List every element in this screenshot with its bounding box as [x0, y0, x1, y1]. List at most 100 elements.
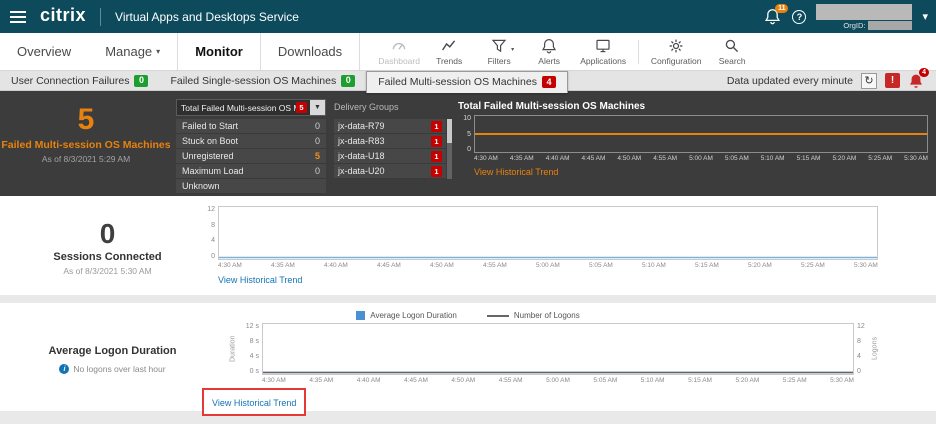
breakdown-row-unknown[interactable]: Unknown: [176, 179, 326, 194]
tab-label: Overview: [17, 44, 71, 59]
tool-alerts[interactable]: Alerts: [524, 33, 574, 70]
delivery-groups-header: Delivery Groups: [334, 102, 399, 112]
tool-search[interactable]: Search: [707, 33, 757, 70]
info-icon: i: [59, 364, 69, 374]
breakdown-row-failed-to-start[interactable]: Failed to Start 0: [176, 119, 326, 134]
delivery-group-row[interactable]: jx-data-R83 1: [334, 134, 446, 149]
tool-label: Search: [719, 56, 746, 66]
breakdown-row-maximum-load[interactable]: Maximum Load 0: [176, 164, 326, 179]
tick-label: 12: [857, 323, 865, 330]
tab-label: Manage: [105, 44, 152, 59]
main-nav: Overview Manage ▾ Monitor Downloads Dashb…: [0, 33, 936, 71]
tab-label: Downloads: [278, 44, 342, 59]
delivery-group-row[interactable]: jx-data-U20 1: [334, 164, 446, 179]
breakdown-label: Unknown: [182, 181, 220, 191]
tool-applications[interactable]: Applications: [574, 33, 632, 70]
tick-label: 4:45 AM: [377, 262, 401, 269]
tab-overview[interactable]: Overview: [0, 33, 88, 70]
average-logon-duration-panel: Average Logon Duration Number of Logons …: [0, 303, 936, 411]
sessions-title: Sessions Connected: [0, 251, 215, 263]
scrollbar-thumb[interactable]: [447, 119, 452, 143]
refresh-button[interactable]: ↻: [861, 73, 877, 89]
breakdown-row-unregistered[interactable]: Unregistered 5: [176, 149, 326, 164]
filter-bar: User Connection Failures 0 Failed Single…: [0, 71, 936, 91]
tick-label: 4:50 AM: [617, 155, 641, 162]
sessions-connected-panel: 0 Sessions Connected As of 8/3/2021 5:30…: [0, 196, 936, 295]
tick-label: 5:00 AM: [536, 262, 560, 269]
tab-monitor[interactable]: Monitor: [177, 33, 261, 70]
filter-tab-failed-multi-session[interactable]: Failed Multi-session OS Machines 4: [366, 71, 568, 93]
refresh-icon: ↻: [864, 74, 873, 87]
chevron-down-icon: ▾: [156, 47, 160, 56]
tick-label: 8: [211, 222, 215, 229]
breakdown-count: 5: [315, 151, 320, 161]
alerts-bell-button[interactable]: 4: [908, 73, 926, 89]
count-badge: 4: [542, 76, 556, 88]
delivery-groups-list: jx-data-R79 1 jx-data-R83 1 jx-data-U18 …: [334, 119, 446, 179]
filter-tab-failed-single-session[interactable]: Failed Single-session OS Machines 0: [159, 71, 366, 90]
highlight-box: View Historical Trend: [202, 388, 306, 416]
delivery-group-row[interactable]: jx-data-U18 1: [334, 149, 446, 164]
tick-label: 5:15 AM: [688, 377, 712, 384]
logon-duration-chart: Duration 12 s8 s4 s0 s 12840 Logons 4:30…: [228, 323, 880, 384]
tick-label: 8 s: [250, 338, 259, 345]
breakdown-count: 0: [315, 166, 320, 176]
tick-label: 8: [857, 338, 861, 345]
tick-label: 4:50 AM: [451, 377, 475, 384]
account-chevron-down-icon[interactable]: ▾: [922, 10, 928, 23]
tick-label: 4:35 AM: [510, 155, 534, 162]
filter-tab-user-connection-failures[interactable]: User Connection Failures 0: [0, 71, 159, 90]
delivery-group-row[interactable]: jx-data-R79 1: [334, 119, 446, 134]
tick-label: 4:40 AM: [357, 377, 381, 384]
breakdown-row-stuck-on-boot[interactable]: Stuck on Boot 0: [176, 134, 326, 149]
tick-label: 4:45 AM: [404, 377, 428, 384]
failed-as-of: As of 8/3/2021 5:29 AM: [0, 154, 172, 164]
tick-label: 12 s: [246, 323, 259, 330]
header-divider: [100, 8, 101, 26]
breakdown-label: Unregistered: [182, 151, 234, 161]
tool-label: Applications: [580, 56, 626, 66]
tool-dashboard: Dashboard: [374, 33, 424, 70]
alerts-count-badge: 4: [919, 68, 929, 77]
view-historical-trend-link-failed[interactable]: View Historical Trend: [474, 167, 558, 177]
tool-label: Alerts: [538, 56, 560, 66]
chevron-down-icon: ▾: [511, 46, 514, 53]
tick-label: 5:20 AM: [735, 377, 759, 384]
tick-label: 0: [857, 368, 861, 375]
view-historical-trend-link-logon[interactable]: View Historical Trend: [212, 398, 296, 408]
toolbar-divider: [638, 40, 639, 64]
y-axis-left: 12840: [200, 206, 218, 260]
service-title: Virtual Apps and Desktops Service: [115, 10, 299, 24]
tick-label: 4:50 AM: [430, 262, 454, 269]
scrollbar[interactable]: [447, 119, 452, 179]
breakdown-label: Maximum Load: [182, 166, 244, 176]
tool-filters[interactable]: ▾ Filters: [474, 33, 524, 70]
filter-tab-label: User Connection Failures: [11, 75, 129, 87]
count-badge: 0: [341, 75, 355, 87]
failure-category-dropdown[interactable]: Total Failed Multi-session OS Ma... 5 ▼: [176, 99, 326, 116]
breakdown-label: Stuck on Boot: [182, 136, 238, 146]
tool-configuration[interactable]: Configuration: [645, 33, 707, 70]
tab-downloads[interactable]: Downloads: [261, 33, 360, 70]
tab-manage[interactable]: Manage ▾: [88, 33, 177, 70]
error-alert-icon[interactable]: !: [885, 73, 900, 88]
tick-label: 5:10 AM: [642, 262, 666, 269]
gear-icon: [668, 38, 684, 54]
org-id-redacted: [868, 21, 912, 30]
tick-label: 0: [467, 146, 471, 153]
legend-item-number-of-logons: Number of Logons: [487, 311, 580, 320]
app-header: citrix Virtual Apps and Desktops Service…: [0, 0, 936, 33]
breakdown-label: Failed to Start: [182, 121, 238, 131]
notification-bell-icon[interactable]: 11: [764, 8, 782, 26]
tick-label: 5:30 AM: [830, 377, 854, 384]
tick-label: 4:55 AM: [653, 155, 677, 162]
hamburger-menu-icon[interactable]: [0, 0, 36, 33]
tick-label: 5:30 AM: [854, 262, 878, 269]
tick-label: 5:05 AM: [725, 155, 749, 162]
tick-label: 5:00 AM: [546, 377, 570, 384]
view-historical-trend-link-sessions[interactable]: View Historical Trend: [218, 275, 302, 285]
logon-title: Average Logon Duration: [0, 345, 225, 357]
tool-trends[interactable]: Trends: [424, 33, 474, 70]
data-updated-text: Data updated every minute: [727, 75, 853, 87]
help-icon[interactable]: ?: [792, 10, 806, 24]
